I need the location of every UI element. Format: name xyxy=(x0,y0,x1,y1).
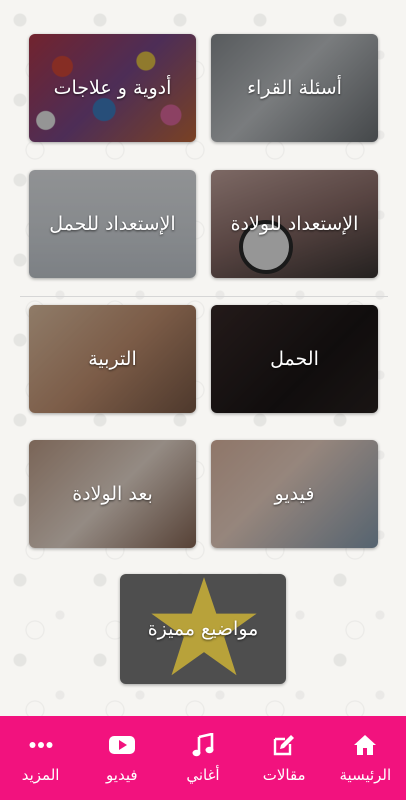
bottom-navigation: الرئيسية مقالات أغاني فيديو المزيد xyxy=(0,716,406,800)
tile-after-birth[interactable]: بعد الولادة xyxy=(29,440,196,548)
tile-parenting[interactable]: التربية xyxy=(29,305,196,413)
tile-label: الحمل xyxy=(270,348,319,370)
nav-item-home[interactable]: الرئيسية xyxy=(329,732,401,784)
tile-readers-questions[interactable]: أسئلة القراء xyxy=(211,34,378,142)
nav-label: الرئيسية xyxy=(339,766,392,784)
tile-label: بعد الولادة xyxy=(72,483,153,505)
music-icon xyxy=(192,732,214,758)
nav-item-more[interactable]: المزيد xyxy=(5,732,77,784)
tile-label: الإستعداد للولادة xyxy=(230,213,359,235)
tile-video[interactable]: فيديو xyxy=(211,440,378,548)
tile-label: التربية xyxy=(88,348,137,370)
tile-label: أسئلة القراء xyxy=(247,77,342,99)
tile-birth-prep[interactable]: الإستعداد للولادة xyxy=(211,170,378,278)
tile-pregnancy-prep[interactable]: الإستعداد للحمل xyxy=(29,170,196,278)
youtube-icon xyxy=(108,732,135,758)
tile-medicines[interactable]: أدوية و علاجات xyxy=(29,34,196,142)
edit-icon xyxy=(272,732,296,758)
nav-label: أغاني xyxy=(186,766,220,784)
nav-item-songs[interactable]: أغاني xyxy=(167,732,239,784)
tile-featured-topics[interactable]: مواضيع مميزة xyxy=(120,574,286,684)
tile-pregnancy[interactable]: الحمل xyxy=(211,305,378,413)
nav-label: المزيد xyxy=(21,766,60,784)
tile-label: فيديو xyxy=(274,483,315,505)
nav-label: فيديو xyxy=(106,766,138,784)
nav-label: مقالات xyxy=(262,766,306,784)
tile-label: أدوية و علاجات xyxy=(53,77,172,99)
section-divider xyxy=(20,296,388,297)
tile-label: الإستعداد للحمل xyxy=(49,213,176,235)
more-dots-icon xyxy=(29,732,53,758)
nav-item-video[interactable]: فيديو xyxy=(86,732,158,784)
home-icon xyxy=(353,732,377,758)
tile-label: مواضيع مميزة xyxy=(147,618,259,640)
nav-item-articles[interactable]: مقالات xyxy=(248,732,320,784)
